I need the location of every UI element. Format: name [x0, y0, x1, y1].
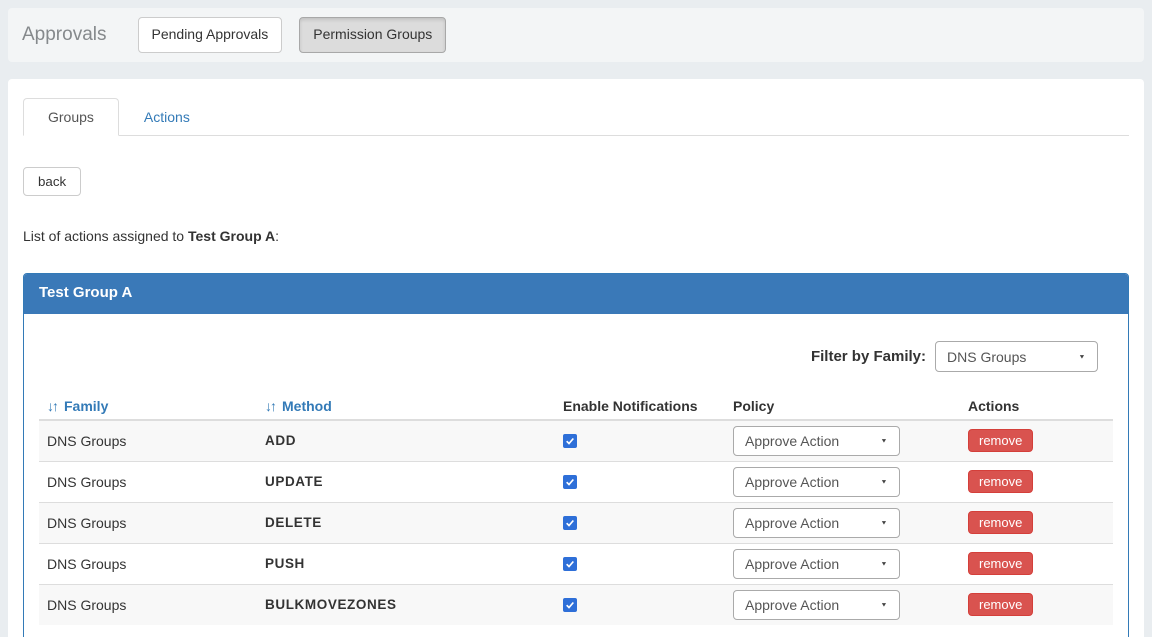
- table-row: DNS Groups PUSH Approve Action remove: [39, 542, 1113, 584]
- table-row: DNS Groups DELETE Approve Action remove: [39, 501, 1113, 543]
- notifications-checkbox[interactable]: [563, 556, 577, 571]
- table-row: DNS Groups ADD Approve Action remove: [39, 419, 1113, 461]
- checkmark-icon: [566, 478, 574, 486]
- policy-select[interactable]: Approve Action: [733, 466, 900, 497]
- column-label: Actions: [968, 398, 1020, 414]
- assigned-group-name: Test Group A: [188, 228, 276, 244]
- method-cell: BULKMOVEZONES: [257, 583, 555, 625]
- notifications-checkbox[interactable]: [563, 433, 577, 448]
- remove-button[interactable]: remove: [968, 511, 1034, 534]
- column-header-policy: Policy: [725, 393, 960, 421]
- method-cell: PUSH: [257, 542, 555, 584]
- group-panel: Test Group A Filter by Family: DNS Group…: [23, 273, 1129, 637]
- assigned-text: List of actions assigned to Test Group A…: [23, 228, 1129, 244]
- remove-button[interactable]: remove: [968, 429, 1034, 453]
- checkmark-icon: [566, 601, 574, 609]
- checkmark-icon: [566, 437, 574, 445]
- column-header-enable-notifications: Enable Notifications: [555, 393, 725, 421]
- policy-select-wrap: Approve Action: [733, 507, 900, 538]
- table-row: DNS Groups BULKMOVEZONES Approve Action …: [39, 583, 1113, 625]
- back-button[interactable]: back: [23, 167, 82, 196]
- policy-select-wrap: Approve Action: [733, 589, 900, 620]
- assigned-suffix: :: [275, 228, 280, 244]
- family-cell: DNS Groups: [39, 419, 257, 461]
- column-header-family[interactable]: ↓↑ Family: [39, 393, 257, 421]
- family-filter-select[interactable]: DNS Groups: [935, 341, 1098, 372]
- notifications-checkbox[interactable]: [563, 474, 577, 489]
- remove-button[interactable]: remove: [968, 552, 1034, 575]
- method-cell: ADD: [257, 419, 555, 461]
- family-cell: DNS Groups: [39, 460, 257, 502]
- family-filter-select-wrap: DNS Groups: [935, 341, 1098, 372]
- main-content-card: Groups Actions back List of actions assi…: [8, 79, 1144, 637]
- checkmark-icon: [566, 519, 574, 527]
- notifications-checkbox[interactable]: [563, 597, 577, 612]
- family-cell: DNS Groups: [39, 501, 257, 543]
- sort-icon: ↓↑: [265, 398, 277, 414]
- column-header-actions: Actions: [960, 393, 1113, 421]
- policy-select-wrap: Approve Action: [733, 425, 900, 456]
- page-title: Approvals: [22, 24, 107, 45]
- actions-table: ↓↑ Family ↓↑ Method Enable Notifications Poli…: [39, 393, 1113, 625]
- pending-approvals-button[interactable]: Pending Approvals: [137, 17, 283, 53]
- page-header-bar: Approvals Pending Approvals Permission G…: [8, 8, 1144, 62]
- policy-select-wrap: Approve Action: [733, 466, 900, 497]
- checkmark-icon: [566, 560, 574, 568]
- filter-row: Filter by Family: DNS Groups: [39, 341, 1098, 372]
- tab-bar: Groups Actions: [23, 98, 1129, 136]
- tab-groups[interactable]: Groups: [23, 98, 119, 136]
- column-label: Enable Notifications: [563, 398, 698, 414]
- group-panel-body: Filter by Family: DNS Groups ↓↑ Family ↓↑ M…: [24, 314, 1128, 637]
- group-panel-title: Test Group A: [24, 274, 1128, 314]
- filter-by-family-label: Filter by Family:: [810, 348, 926, 365]
- policy-select[interactable]: Approve Action: [733, 589, 900, 620]
- actions-table-body: DNS Groups ADD Approve Action remove DNS…: [39, 419, 1113, 625]
- family-cell: DNS Groups: [39, 583, 257, 625]
- family-cell: DNS Groups: [39, 542, 257, 584]
- column-label: Policy: [733, 398, 775, 414]
- remove-button[interactable]: remove: [968, 470, 1034, 493]
- policy-select[interactable]: Approve Action: [733, 425, 900, 456]
- method-cell: DELETE: [257, 501, 555, 543]
- permission-groups-button[interactable]: Permission Groups: [299, 17, 447, 53]
- table-row: DNS Groups UPDATE Approve Action remove: [39, 460, 1113, 502]
- tab-actions[interactable]: Actions: [119, 98, 215, 136]
- actions-table-header-row: ↓↑ Family ↓↑ Method Enable Notifications Poli…: [39, 393, 1113, 421]
- notifications-checkbox[interactable]: [563, 515, 577, 530]
- column-label: Method: [282, 398, 332, 414]
- method-cell: UPDATE: [257, 460, 555, 502]
- policy-select-wrap: Approve Action: [733, 548, 900, 579]
- policy-select[interactable]: Approve Action: [733, 548, 900, 579]
- remove-button[interactable]: remove: [968, 593, 1034, 617]
- sort-icon: ↓↑: [47, 398, 59, 414]
- assigned-prefix: List of actions assigned to: [23, 228, 188, 244]
- column-label: Family: [64, 398, 109, 414]
- policy-select[interactable]: Approve Action: [733, 507, 900, 538]
- column-header-method[interactable]: ↓↑ Method: [257, 393, 555, 421]
